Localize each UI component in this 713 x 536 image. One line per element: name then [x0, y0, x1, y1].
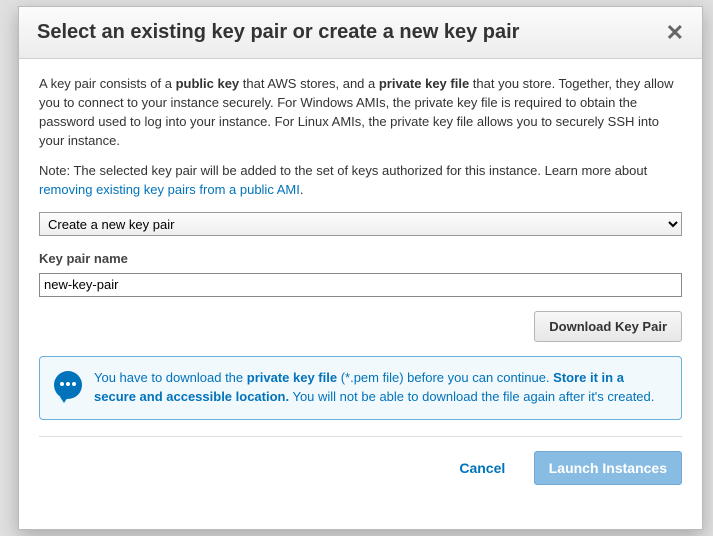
keypair-name-label: Key pair name: [39, 250, 682, 269]
download-row: Download Key Pair: [39, 311, 682, 342]
keypair-action-select-wrap: Create a new key pair: [39, 212, 682, 236]
chat-bubble-icon: [54, 371, 82, 399]
launch-instances-button[interactable]: Launch Instances: [534, 451, 682, 485]
close-icon[interactable]: ✕: [666, 22, 684, 44]
divider: [39, 436, 682, 437]
modal-header: Select an existing key pair or create a …: [19, 7, 702, 59]
info-text: You have to download the private key fil…: [94, 369, 667, 407]
cancel-button[interactable]: Cancel: [445, 453, 519, 483]
note-text: Note: The selected key pair will be adde…: [39, 162, 682, 200]
desc-bold: private key file: [379, 76, 469, 91]
modal-body: A key pair consists of a public key that…: [19, 59, 702, 437]
download-keypair-button[interactable]: Download Key Pair: [534, 311, 682, 342]
modal-title: Select an existing key pair or create a …: [37, 21, 519, 44]
desc-part: that AWS stores, and a: [239, 76, 379, 91]
info-part: You have to download the: [94, 370, 247, 385]
info-part: (*.pem file) before you can continue.: [337, 370, 553, 385]
info-bold: private key file: [247, 370, 337, 385]
remove-keys-link[interactable]: removing existing key pairs from a publi…: [39, 182, 300, 197]
modal-footer: Cancel Launch Instances: [19, 451, 702, 501]
note-suffix: .: [300, 182, 304, 197]
info-part: You will not be able to download the fil…: [289, 389, 654, 404]
desc-bold: public key: [176, 76, 240, 91]
desc-part: A key pair consists of a: [39, 76, 176, 91]
keypair-name-input[interactable]: [39, 273, 682, 297]
info-box: You have to download the private key fil…: [39, 356, 682, 420]
key-pair-modal: Select an existing key pair or create a …: [18, 6, 703, 530]
description-text: A key pair consists of a public key that…: [39, 75, 682, 150]
note-part: Note: The selected key pair will be adde…: [39, 163, 647, 178]
keypair-action-select[interactable]: Create a new key pair: [39, 212, 682, 236]
